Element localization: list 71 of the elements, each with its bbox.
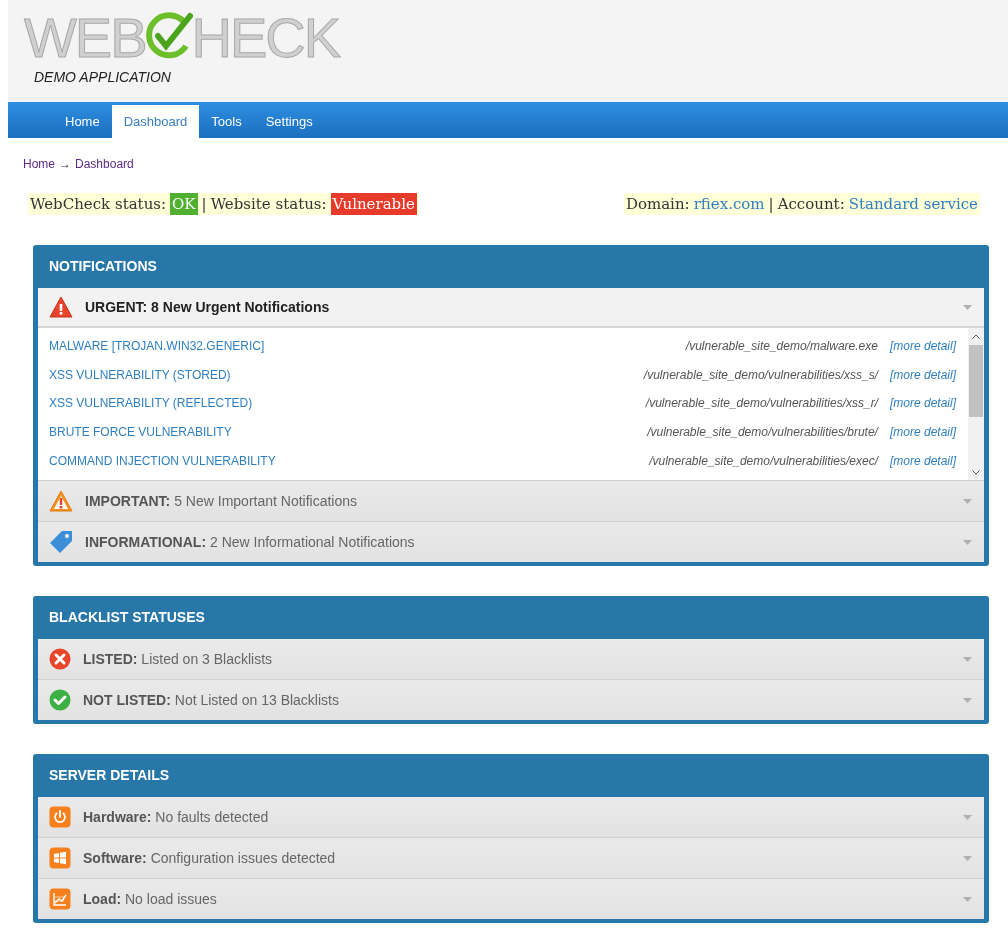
section-header[interactable]: Load: No load issues [38,879,984,919]
more-detail-link[interactable]: [more detail] [889,365,956,384]
notification-link[interactable]: XSS VULNERABILITY (REFLECTED) [49,394,646,413]
file-path: /vulnerable_site_demo/vulnerabilities/brute/ [647,424,878,442]
panel-title: SERVER DETAILS [48,766,171,785]
section-header[interactable]: LISTED: Listed on 3 Blacklists [38,639,984,679]
notification-link[interactable]: BRUTE FORCE VULNERABILITY [49,423,648,442]
notification-link[interactable]: XSS VULNERABILITY (STORED) [49,365,644,384]
error-icon [49,648,71,670]
file-path: /vulnerable_site_demo/malware.exe [685,338,878,356]
check-circle-icon [49,689,71,711]
status-value: OK [170,192,198,216]
notification-link[interactable]: MALWARE [TROJAN.WIN32.GENERIC] [49,337,686,356]
section-title: URGENT: 8 New Urgent Notifications [85,297,331,317]
panel-title: BLACKLIST STATUSES [48,608,206,627]
status-value: Vulnerable [330,192,417,216]
nav-tab[interactable]: Dashboard [111,105,200,138]
caret-icon [963,814,972,820]
domain-link[interactable]: rfiex.com [693,192,765,216]
section-title: LISTED: Listed on 3 Blacklists [83,649,274,669]
more-detail-link[interactable]: [more detail] [889,423,956,442]
section-title: Hardware: No faults detected [83,807,270,827]
windows-icon [49,847,71,869]
section-header[interactable]: Hardware: No faults detected [38,797,984,837]
breadcrumb-link[interactable]: Home [23,155,55,173]
file-path: /vulnerable_site_demo/vulnerabilities/xss_r/ [645,395,878,413]
nav-tab[interactable]: Tools [199,105,254,138]
caret-icon [963,656,972,662]
caret-icon [963,539,972,545]
section-header[interactable]: Software: Configuration issues detected [38,838,984,878]
panel-title: NOTIFICATIONS [48,257,158,276]
section-title: NOT LISTED: Not Listed on 13 Blacklists [83,690,340,710]
more-detail-link[interactable]: [more detail] [889,451,956,470]
caret-icon [963,855,972,861]
power-icon [49,806,71,828]
separator: | [201,193,207,215]
tag-icon [49,530,73,554]
domain-label: Domain: [625,193,690,215]
more-detail-link[interactable]: [more detail] [889,337,956,356]
status-label: WebCheck status: [30,193,167,215]
scrollbar[interactable] [968,328,984,480]
nav-tab[interactable]: Home [53,105,112,138]
caret-icon [963,896,972,902]
caret-icon [963,697,972,703]
section-title: IMPORTANT: 5 New Important Notifications [85,491,359,511]
status-label: Website status: [210,193,327,215]
account-link[interactable]: Standard service [848,192,978,216]
separator: | [768,193,774,215]
nav-tab[interactable]: Settings [253,105,325,138]
caret-icon [963,498,972,504]
chevron-down-icon[interactable] [972,469,980,475]
more-detail-link[interactable]: [more detail] [889,394,956,413]
section-title: INFORMATIONAL: 2 New Informational Notifications [85,532,416,552]
file-path: /vulnerable_site_demo/vulnerabilities/exec/ [649,452,878,470]
section-header[interactable]: NOT LISTED: Not Listed on 13 Blacklists [38,680,984,720]
breadcrumb-separator: → [59,156,71,173]
warning-icon [49,490,73,512]
breadcrumb-link[interactable]: Dashboard [75,155,134,173]
notification-link[interactable]: COMMAND INJECTION VULNERABILITY [49,451,650,470]
section-header[interactable]: URGENT: 8 New Urgent Notifications [38,288,984,328]
file-path: /vulnerable_site_demo/vulnerabilities/xss_s/ [643,366,878,384]
warning-icon [49,296,73,318]
section-header[interactable]: IMPORTANT: 5 New Important Notifications [38,481,984,521]
section-title: Load: No load issues [83,889,218,909]
logo-subtitle: DEMO APPLICATION [34,68,172,87]
chart-icon [49,888,71,910]
caret-icon [963,304,972,310]
section-header[interactable]: INFORMATIONAL: 2 New Informational Notifications [38,522,984,562]
chevron-up-icon[interactable] [972,333,980,339]
account-label: Account: [777,193,845,215]
section-title: Software: Configuration issues detected [83,848,337,868]
